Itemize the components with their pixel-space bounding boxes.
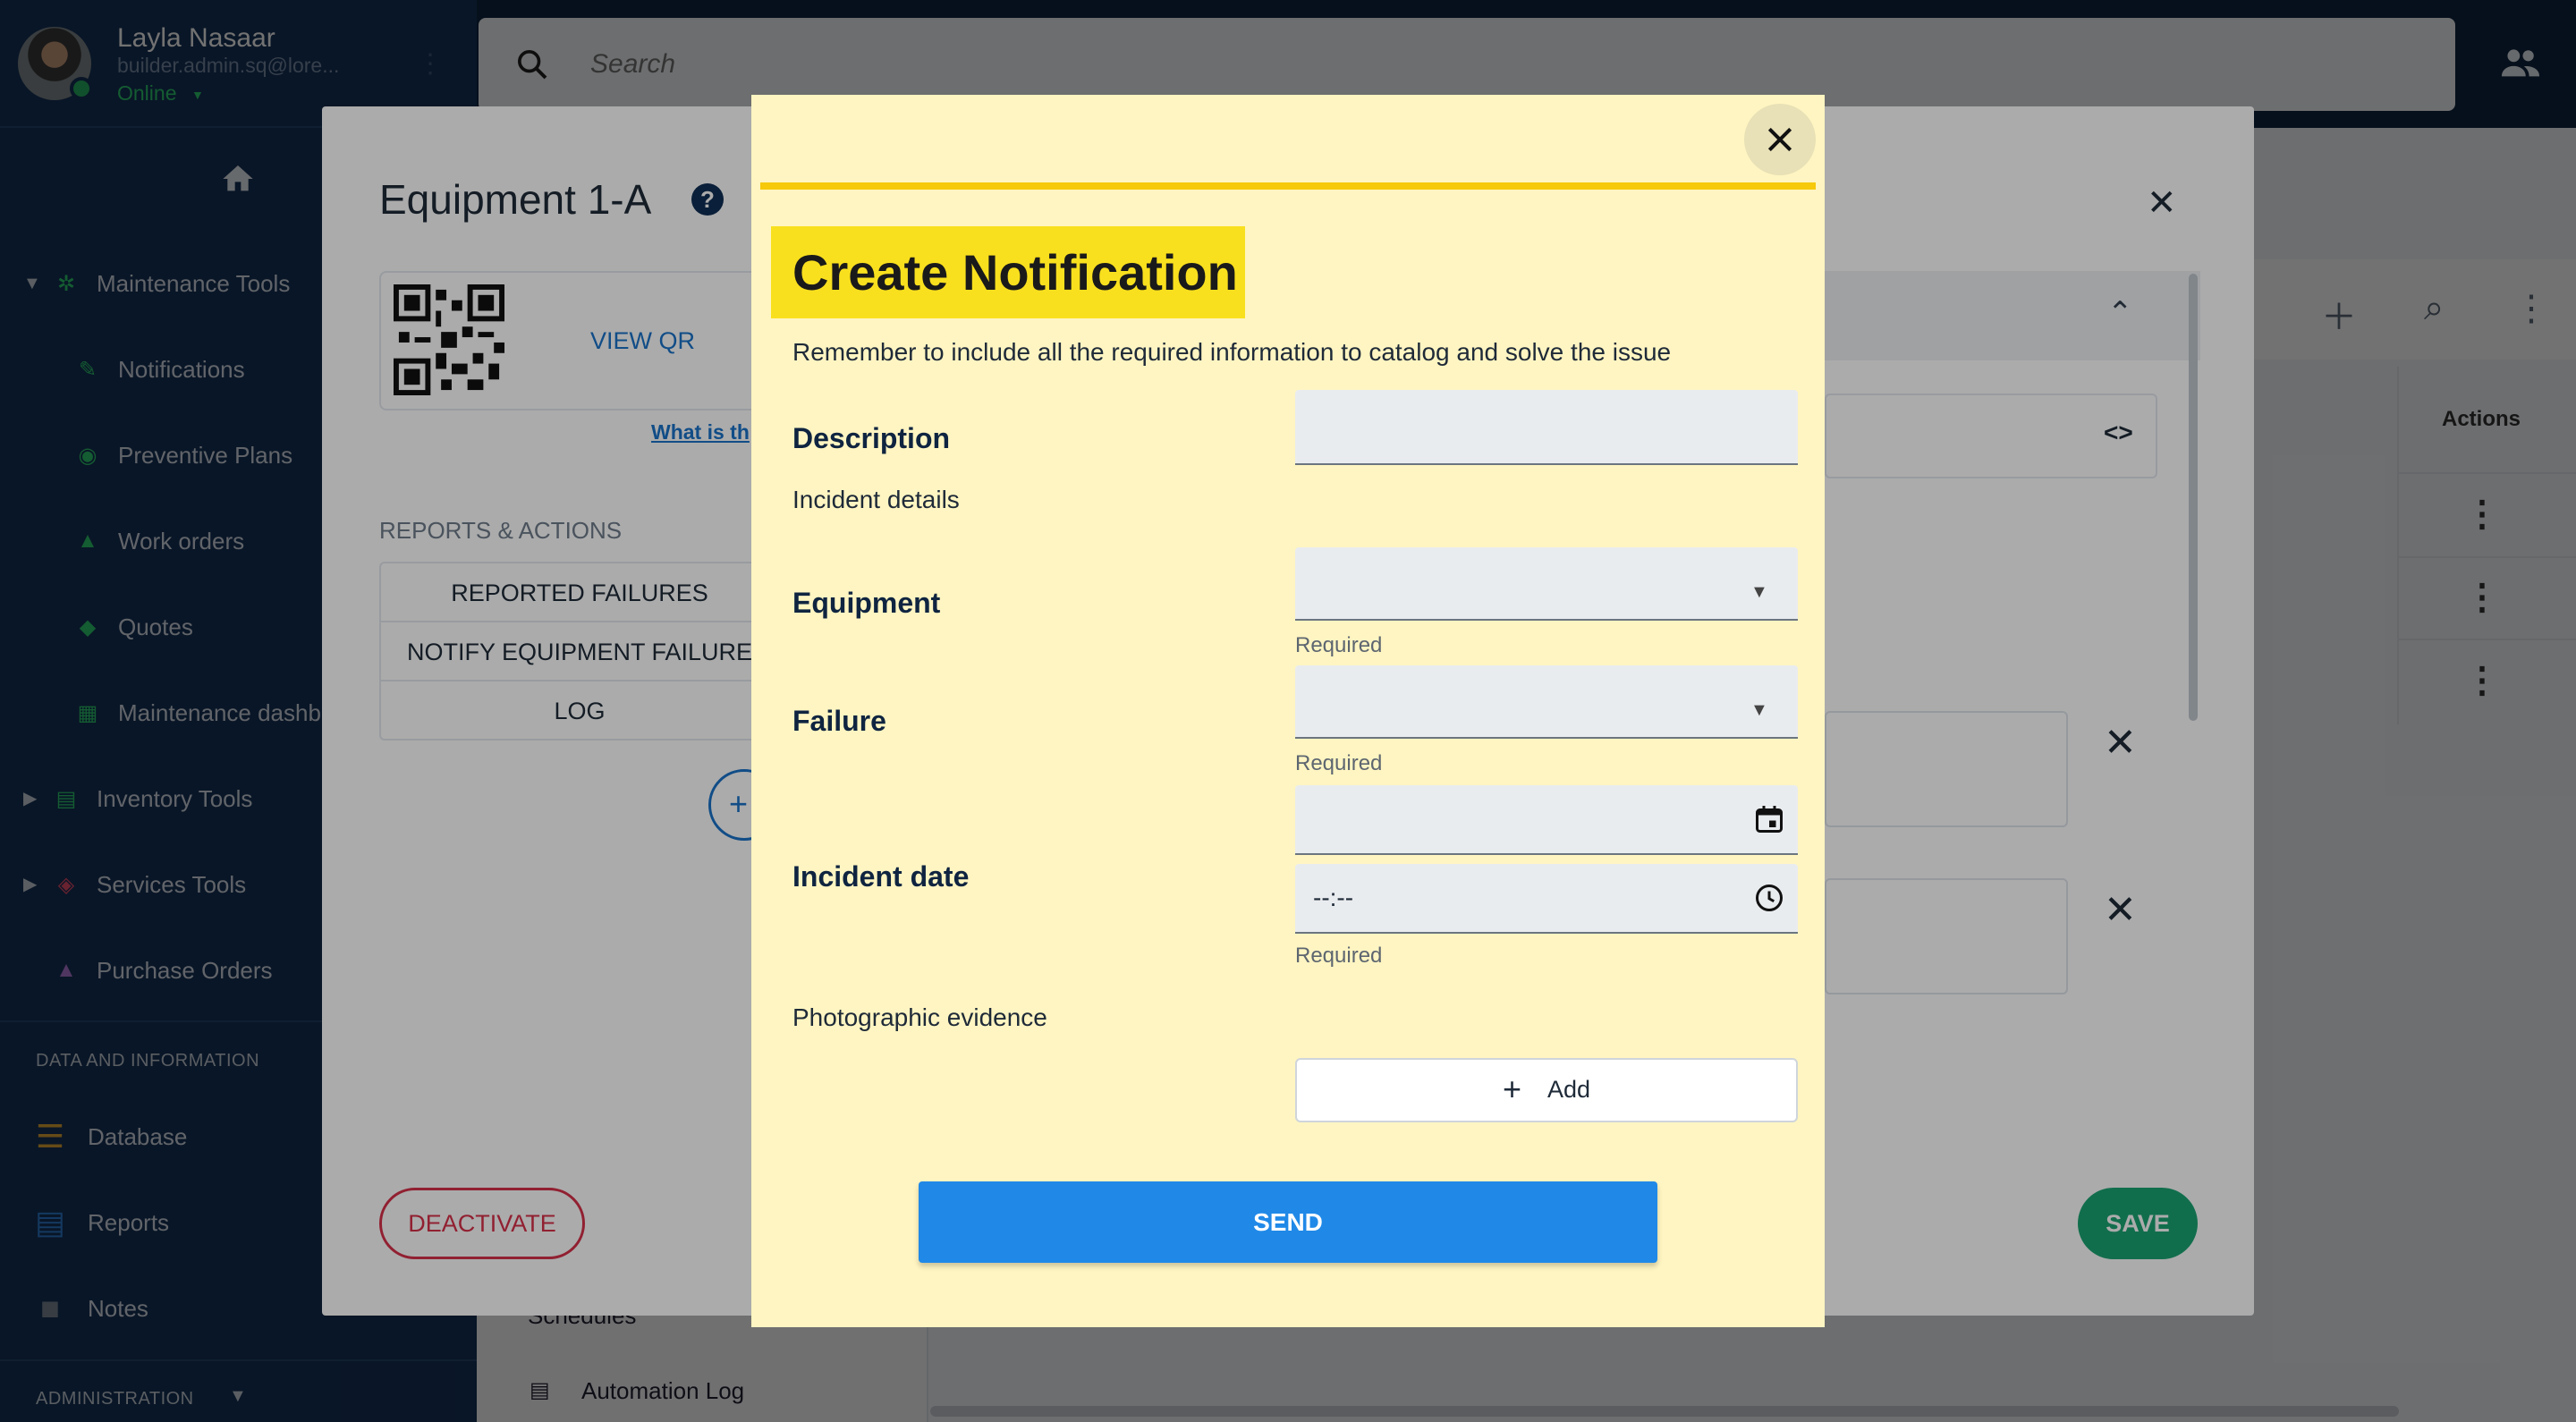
failure-select[interactable]: [1295, 665, 1798, 739]
photographic-evidence-label: Photographic evidence: [792, 1003, 1047, 1031]
add-icon: +: [1503, 1071, 1522, 1107]
clock-icon[interactable]: [1753, 882, 1785, 914]
calendar-icon[interactable]: [1753, 803, 1785, 835]
required-hint: Required: [1295, 944, 1383, 968]
incident-details-label: Incident details: [792, 486, 960, 513]
add-label: Add: [1547, 1076, 1591, 1103]
date-input[interactable]: [1295, 785, 1798, 855]
description-label: Description: [792, 422, 951, 454]
required-hint: Required: [1295, 633, 1383, 657]
equipment-label: Equipment: [792, 587, 941, 619]
time-value: --:--: [1313, 884, 1354, 911]
incident-date-label: Incident date: [792, 860, 970, 893]
modal-title: Create Notification: [792, 244, 1238, 300]
time-input[interactable]: [1295, 864, 1798, 934]
close-icon[interactable]: [1762, 122, 1798, 157]
modal-subtitle: Remember to include all the required inf…: [792, 338, 1672, 366]
add-photo-button[interactable]: [1295, 1058, 1798, 1122]
accent-line: [760, 182, 1816, 190]
equipment-select[interactable]: [1295, 547, 1798, 621]
send-button[interactable]: SEND: [919, 1181, 1657, 1263]
dropdown-arrow-icon[interactable]: ▼: [1750, 700, 1768, 721]
failure-label: Failure: [792, 705, 886, 737]
dropdown-arrow-icon[interactable]: ▼: [1750, 582, 1768, 603]
description-input[interactable]: [1295, 390, 1798, 465]
required-hint: Required: [1295, 751, 1383, 775]
